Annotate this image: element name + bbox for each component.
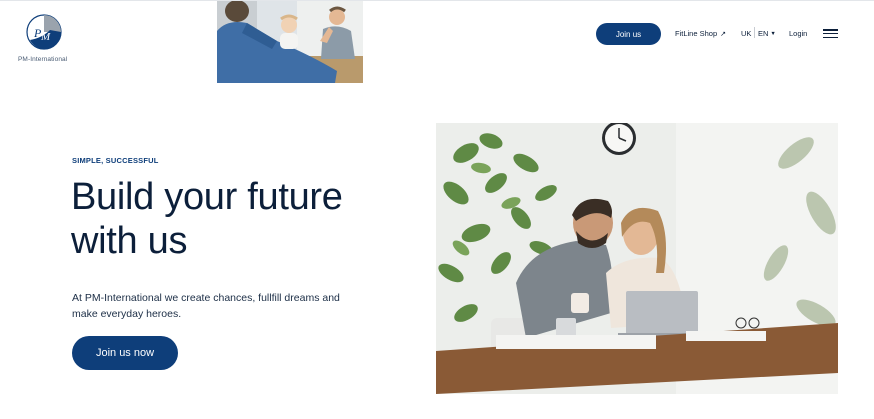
fitline-shop-link[interactable]: FitLine Shop ↗ (675, 29, 726, 38)
country-selector[interactable]: UK (741, 29, 751, 38)
top-border (0, 0, 874, 1)
logo-text: PM-International (18, 56, 68, 63)
fitline-shop-label: FitLine Shop (675, 29, 718, 38)
language-label: EN (758, 29, 769, 38)
logo-mark-icon: P M (26, 14, 62, 50)
caret-down-icon: ▼ (770, 31, 776, 37)
hamburger-menu-icon[interactable] (823, 29, 838, 38)
join-us-now-button[interactable]: Join us now (72, 336, 178, 370)
hero-headline: Build your future with us (71, 176, 343, 262)
hero-photo (436, 123, 838, 394)
login-link[interactable]: Login (789, 29, 807, 38)
language-divider (754, 27, 755, 38)
svg-text:M: M (40, 31, 51, 43)
join-us-button[interactable]: Join us (596, 23, 661, 45)
hero-eyebrow: SIMPLE, SUCCESSFUL (72, 156, 159, 165)
logo[interactable]: P M PM-International (18, 14, 74, 64)
language-selector[interactable]: EN ▼ (758, 29, 776, 38)
external-arrow-icon: ↗ (720, 31, 726, 38)
header-photo (217, 1, 363, 83)
hero-subtext: At PM-International we create chances, f… (72, 292, 340, 320)
